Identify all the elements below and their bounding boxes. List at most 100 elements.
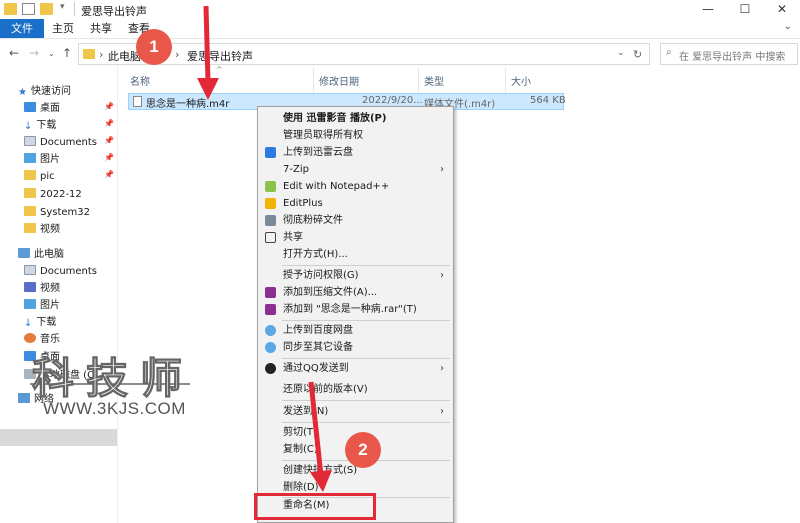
column-divider[interactable]: [505, 68, 506, 92]
nav-label: 快速访问: [30, 86, 71, 97]
new-folder-icon[interactable]: [40, 3, 53, 15]
recent-locations-icon[interactable]: ⌄: [48, 49, 55, 58]
menu-item-play-xunlei[interactable]: 使用 迅雷影音 播放(P): [259, 110, 452, 127]
documents-icon: [24, 265, 36, 275]
tab-share[interactable]: 共享: [84, 19, 118, 38]
expand-ribbon-icon[interactable]: ⌄: [784, 21, 792, 32]
sort-up-icon: ^: [216, 65, 223, 74]
nav-this-pc[interactable]: 此电脑: [18, 246, 64, 263]
address-row: ← → ⌄ ↑ › 此电脑 › 爱思导出铃声 ⌄ ↻ ⌕ 在 爱思导出铃声 中搜…: [0, 40, 800, 66]
menu-item-send-to[interactable]: 发送到(N) ›: [259, 403, 452, 420]
menu-separator: [282, 358, 450, 359]
column-divider[interactable]: [313, 68, 314, 92]
nav-pc-downloads[interactable]: ↓ 下载: [24, 314, 56, 331]
menu-item-take-ownership[interactable]: 管理员取得所有权: [259, 127, 452, 144]
menu-item-7zip[interactable]: 7-Zip ›: [259, 161, 452, 178]
pin-icon[interactable]: 📌: [104, 102, 114, 111]
desktop-icon: [24, 102, 36, 112]
minimize-button[interactable]: —: [690, 0, 726, 20]
search-placeholder: 在 爱思导出铃声 中搜索: [679, 52, 786, 63]
file-name[interactable]: 思念是一种病.m4r: [146, 95, 229, 110]
nav-pc-pictures[interactable]: 图片: [24, 297, 60, 314]
menu-label: 上传到迅雷云盘: [283, 147, 353, 158]
nav-pc-videos[interactable]: 视频: [24, 280, 60, 297]
column-name[interactable]: 名称: [130, 73, 150, 89]
refresh-icon[interactable]: ↻: [633, 48, 642, 61]
pictures-icon: [24, 153, 36, 163]
share-icon: [265, 232, 276, 243]
menu-item-add-to-archive[interactable]: 添加到压缩文件(A)...: [259, 284, 452, 301]
search-icon: ⌕: [666, 47, 672, 58]
pane-divider: [117, 66, 118, 523]
menu-item-open-with[interactable]: 打开方式(H)...: [259, 246, 452, 263]
nav-item-pictures[interactable]: 图片: [24, 151, 60, 168]
winrar-icon: [265, 304, 276, 315]
folder-icon: [24, 223, 36, 233]
menu-label: 添加到 "思念是一种病.rar"(T): [283, 304, 417, 315]
folder-icon: [83, 49, 95, 59]
pin-icon[interactable]: 📌: [104, 136, 114, 145]
menu-label: 彻底粉碎文件: [283, 215, 343, 226]
folder-icon: [4, 3, 17, 15]
menu-item-add-to-rar[interactable]: 添加到 "思念是一种病.rar"(T): [259, 301, 452, 318]
title-divider: [74, 2, 75, 16]
menu-label: 上传到百度网盘: [283, 325, 353, 336]
menu-item-share[interactable]: 共享: [259, 229, 452, 246]
menu-item-sync-devices[interactable]: 同步至其它设备: [259, 339, 452, 356]
watermark-char: 技: [85, 354, 129, 404]
breadcrumb-chevron-icon[interactable]: ›: [99, 48, 103, 61]
nav-item-system32[interactable]: System32: [24, 204, 90, 221]
forward-button[interactable]: →: [29, 46, 39, 60]
shred-icon: [265, 215, 276, 226]
close-button[interactable]: ✕: [764, 0, 800, 20]
column-divider[interactable]: [418, 68, 419, 92]
column-date[interactable]: 修改日期: [319, 73, 359, 89]
menu-item-restore-versions[interactable]: 还原以前的版本(V): [259, 381, 452, 398]
folder-icon: [24, 206, 36, 216]
up-button[interactable]: ↑: [62, 46, 72, 60]
nav-item-downloads[interactable]: ↓ 下载: [24, 117, 56, 134]
breadcrumb-current-folder[interactable]: 爱思导出铃声: [187, 48, 253, 64]
search-input[interactable]: ⌕ 在 爱思导出铃声 中搜索: [660, 43, 798, 65]
nav-item-documents[interactable]: Documents: [24, 134, 97, 151]
nav-label: Documents: [40, 137, 98, 148]
customize-toolbar-icon[interactable]: ▾: [60, 2, 65, 12]
menu-label: 添加到压缩文件(A)...: [283, 287, 378, 298]
tab-home[interactable]: 主页: [46, 19, 80, 38]
nav-item-videos-folder[interactable]: 视频: [24, 221, 60, 238]
menu-item-send-via-qq[interactable]: 通过QQ发送到 ›: [259, 360, 452, 377]
back-button[interactable]: ←: [9, 46, 19, 60]
nav-pc-documents[interactable]: Documents: [24, 263, 97, 280]
menu-item-upload-baidu[interactable]: 上传到百度网盘: [259, 322, 452, 339]
nav-item-pic[interactable]: pic: [24, 168, 55, 185]
menu-item-editplus[interactable]: EditPlus: [259, 195, 452, 212]
menu-separator: [282, 265, 450, 266]
pin-icon[interactable]: 📌: [104, 170, 114, 179]
submenu-arrow-icon: ›: [440, 270, 444, 281]
pin-icon[interactable]: 📌: [104, 119, 114, 128]
nav-item-desktop[interactable]: 桌面: [24, 100, 60, 117]
nav-item-2022-12[interactable]: 2022-12: [24, 186, 82, 203]
menu-item-give-access[interactable]: 授予访问权限(G) ›: [259, 267, 452, 284]
menu-item-upload-xunlei-cloud[interactable]: 上传到迅雷云盘: [259, 144, 452, 161]
tab-file[interactable]: 文件: [0, 19, 44, 38]
breadcrumb-chevron-icon[interactable]: ›: [175, 48, 179, 61]
menu-item-shred-file[interactable]: 彻底粉碎文件: [259, 212, 452, 229]
baidu-cloud-icon: [265, 342, 276, 353]
properties-icon[interactable]: [22, 3, 35, 15]
menu-label: EditPlus: [283, 198, 323, 209]
column-type[interactable]: 类型: [424, 73, 444, 89]
folder-icon: [24, 188, 36, 198]
column-size[interactable]: 大小: [511, 73, 531, 89]
menu-label: 管理员取得所有权: [283, 130, 363, 141]
nav-label: 下载: [36, 120, 57, 131]
menu-item-notepad-plus-plus[interactable]: Edit with Notepad++: [259, 178, 452, 195]
nav-label: 视频: [40, 283, 60, 294]
navigation-pane: ★ 快速访问 桌面 📌 ↓ 下载 📌 Documents 📌 图片 📌 pic 📌 …: [0, 80, 118, 523]
nav-quick-access[interactable]: ★ 快速访问: [18, 83, 71, 100]
download-icon: ↓: [24, 318, 33, 329]
address-dropdown-icon[interactable]: ⌄: [617, 48, 625, 58]
pin-icon[interactable]: 📌: [104, 153, 114, 162]
maximize-button[interactable]: ☐: [727, 0, 763, 20]
xunlei-cloud-icon: [265, 147, 276, 158]
